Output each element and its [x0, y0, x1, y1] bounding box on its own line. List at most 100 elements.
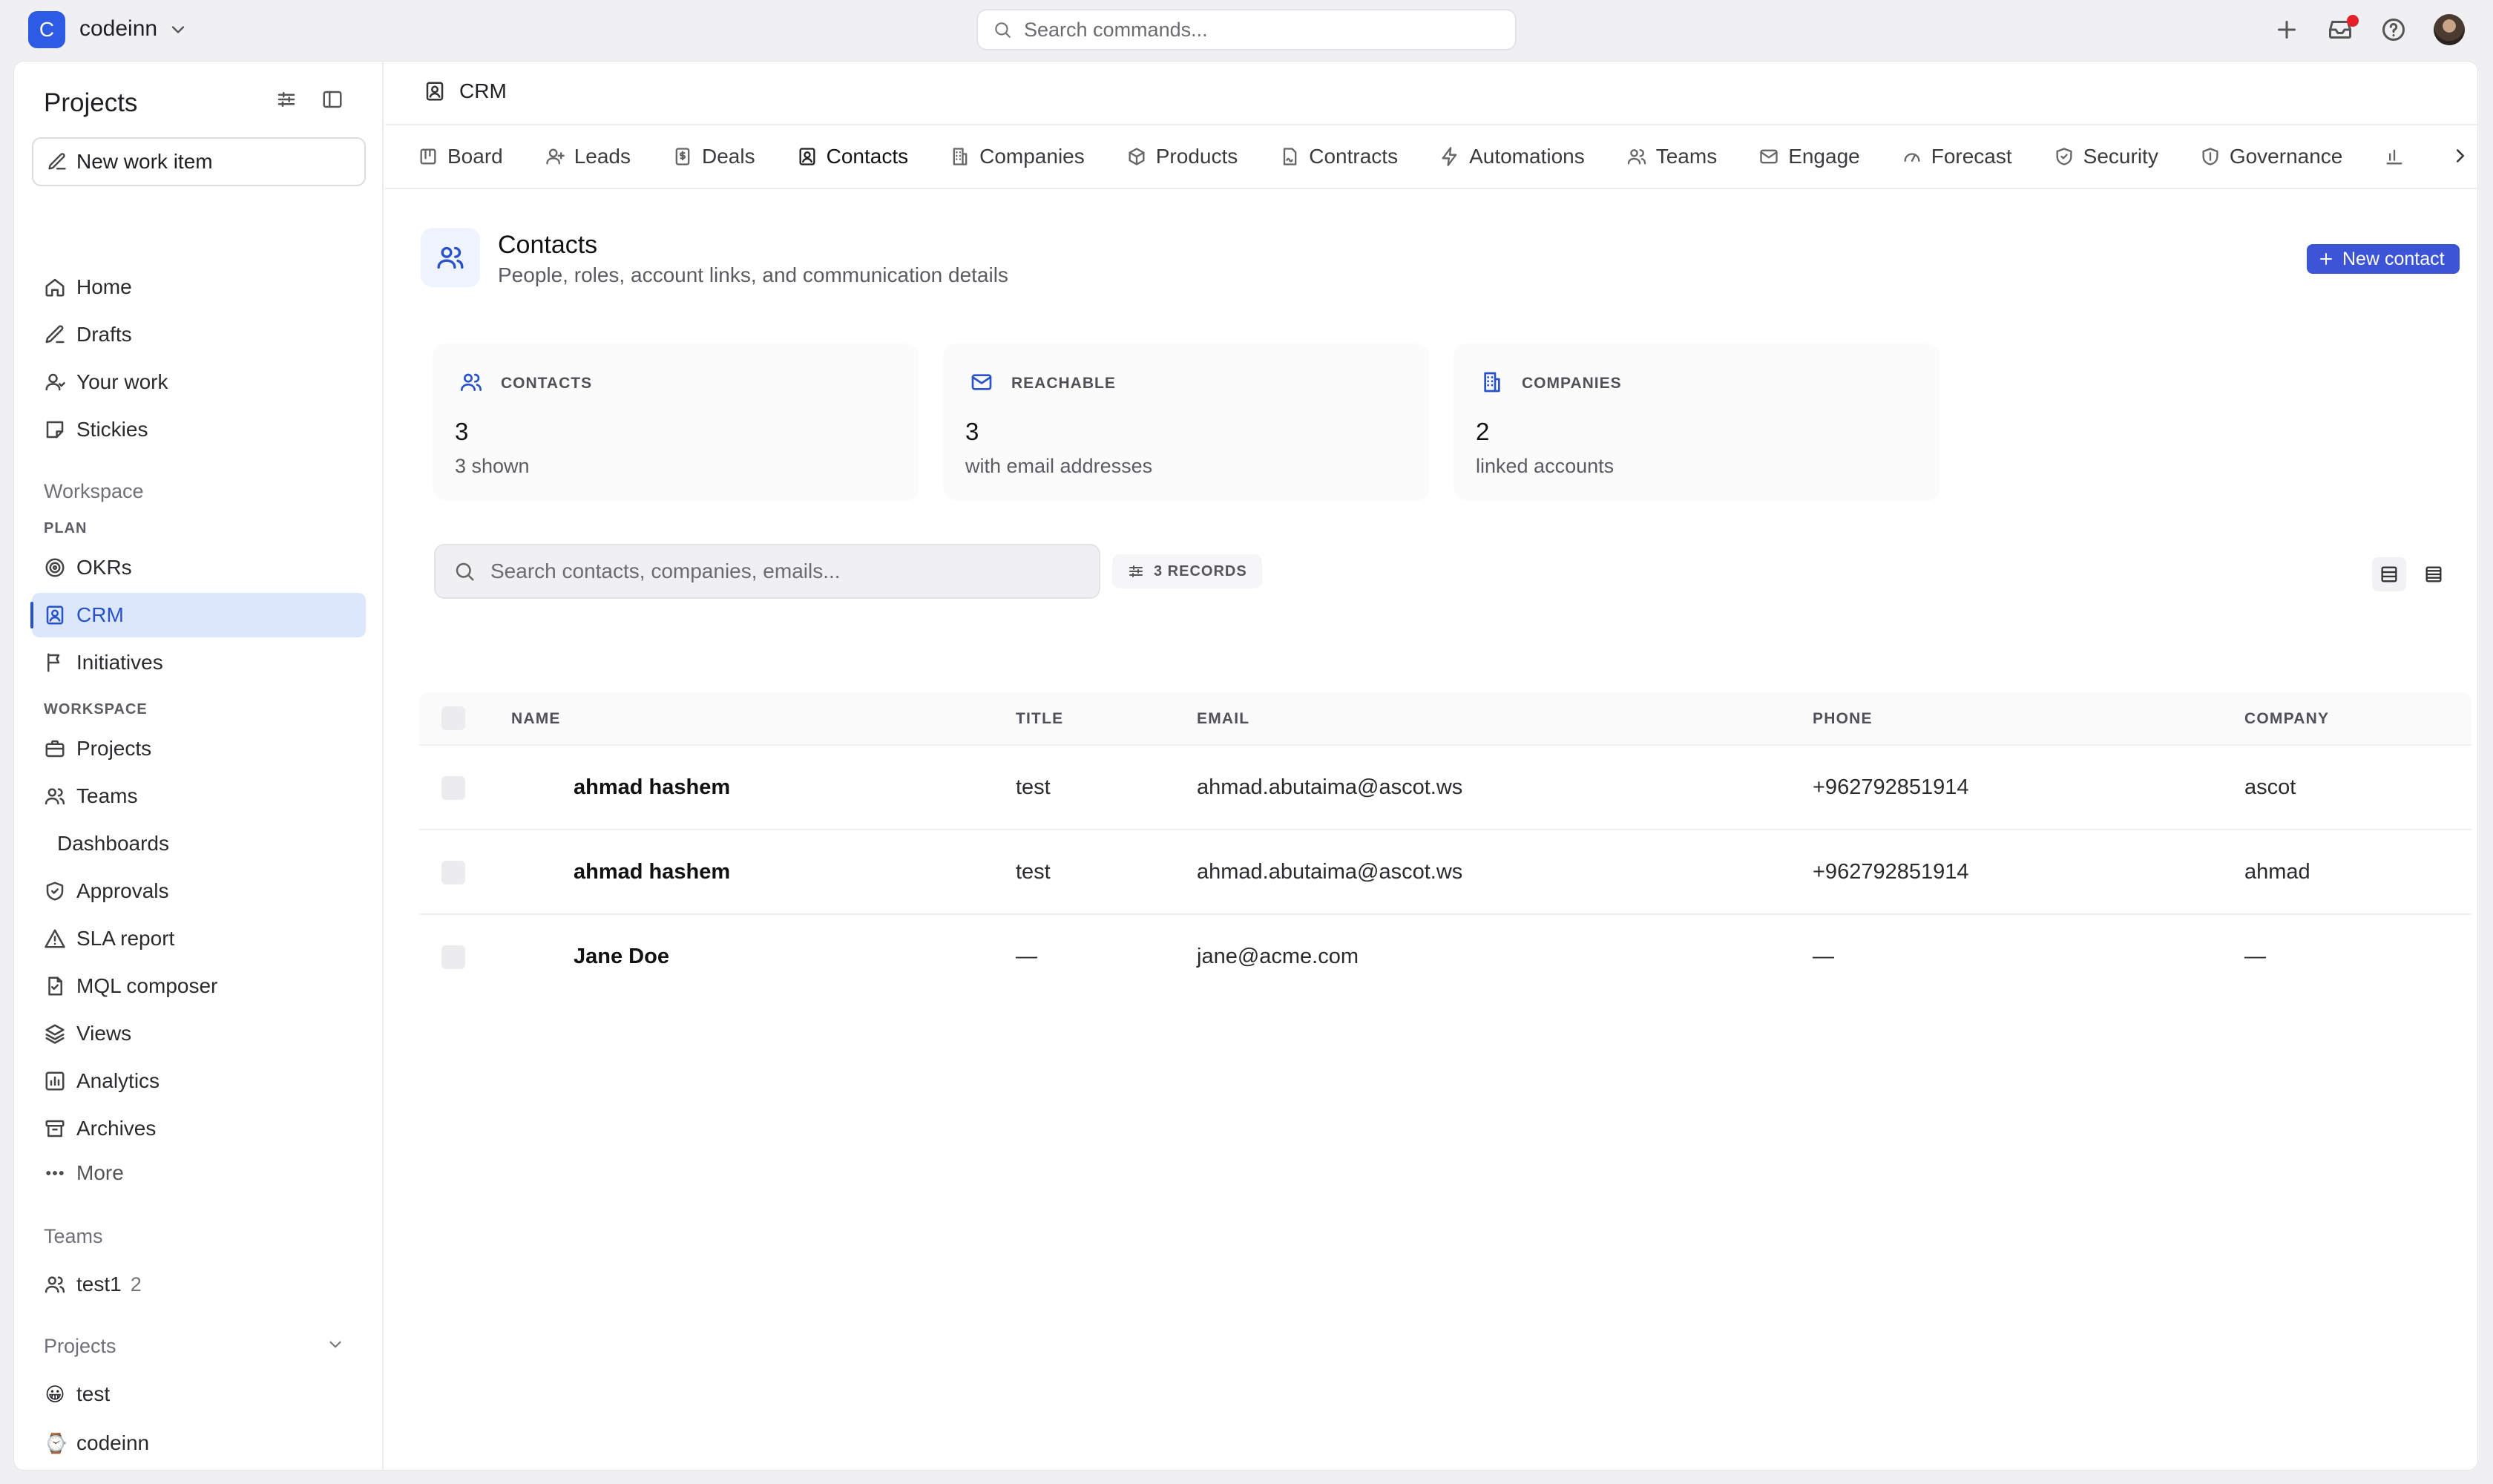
nav-label: Drafts [76, 323, 132, 346]
nav-your-work[interactable]: Your work [32, 360, 366, 404]
nav-teams[interactable]: Teams [32, 774, 366, 818]
users-icon [44, 1273, 76, 1296]
row-checkbox[interactable] [441, 861, 465, 884]
stat-value: 3 [455, 418, 469, 445]
sidebar-section-projects[interactable]: Projects [44, 1335, 116, 1358]
tab-contracts[interactable]: Contracts [1279, 145, 1398, 168]
nav-views[interactable]: Views [32, 1011, 366, 1056]
column-header-email[interactable]: EMAIL [1197, 710, 1249, 728]
nav-stickies[interactable]: Stickies [32, 407, 366, 452]
cell-phone[interactable]: +962792851914 [1813, 775, 1968, 800]
tab-label: Board [447, 145, 503, 168]
nav-project-test[interactable]: 😀 test [32, 1372, 366, 1416]
stat-note: linked accounts [1476, 455, 1615, 477]
nav-more[interactable]: More [32, 1151, 366, 1195]
table-row[interactable]: ahmad hashem test ahmad.abutaima@ascot.w… [419, 744, 2471, 829]
help-icon[interactable] [2380, 16, 2407, 43]
cell-email[interactable]: ahmad.abutaima@ascot.ws [1197, 775, 1462, 800]
sidebar-toggle-icon[interactable] [321, 88, 344, 111]
sliders-icon [1127, 562, 1154, 580]
tab-engage[interactable]: Engage [1758, 145, 1860, 168]
cell-name[interactable]: ahmad hashem [574, 775, 730, 800]
nav-projects[interactable]: Projects [32, 726, 366, 771]
row-checkbox[interactable] [441, 945, 465, 969]
tab-forecast[interactable]: Forecast [1902, 145, 2012, 168]
chevron-right-icon[interactable] [2449, 145, 2471, 167]
nav-drafts[interactable]: Drafts [32, 312, 366, 357]
nav-home[interactable]: Home [32, 265, 366, 309]
column-header-company[interactable]: COMPANY [2244, 710, 2329, 728]
gauge-icon [1902, 146, 1931, 167]
column-header-phone[interactable]: PHONE [1813, 710, 1873, 728]
main-content: CRM Board Leads Deals Contacts Companies… [385, 62, 2477, 1470]
nav-project-codeinn[interactable]: ⌚ codeinn [32, 1421, 366, 1465]
select-all-checkbox[interactable] [441, 706, 465, 730]
nav-sla-report[interactable]: SLA report [32, 916, 366, 961]
workspace-logo[interactable]: C [28, 11, 65, 48]
tab-board[interactable]: Board [418, 145, 503, 168]
tab-overflow[interactable] [2384, 146, 2414, 167]
cell-email[interactable]: ahmad.abutaima@ascot.ws [1197, 860, 1462, 884]
edit-icon [47, 151, 76, 172]
new-contact-button[interactable]: New contact [2307, 244, 2460, 274]
compact-view-button[interactable] [2417, 557, 2451, 591]
column-header-name[interactable]: NAME [511, 710, 561, 728]
stat-value: 3 [965, 418, 979, 445]
tab-automations[interactable]: Automations [1439, 145, 1585, 168]
cell-phone[interactable]: +962792851914 [1813, 860, 1968, 884]
table-row[interactable]: ahmad hashem test ahmad.abutaima@ascot.w… [419, 829, 2471, 913]
building-icon [950, 146, 979, 167]
nav-label: test [76, 1382, 111, 1405]
column-header-title[interactable]: TITLE [1016, 710, 1063, 728]
tab-label: Contracts [1309, 145, 1399, 168]
cell-name[interactable]: Jane Doe [574, 945, 669, 969]
nav-crm[interactable]: CRM [30, 593, 366, 637]
chevron-down-icon[interactable] [168, 19, 188, 40]
stat-label: REACHABLE [1011, 375, 1116, 392]
sliders-icon[interactable] [275, 88, 298, 111]
list-view-icon [2423, 564, 2444, 585]
nav-archives[interactable]: Archives [32, 1106, 366, 1151]
table-view-button[interactable] [2372, 557, 2406, 591]
tab-deals[interactable]: Deals [672, 145, 755, 168]
nav-analytics[interactable]: Analytics [32, 1059, 366, 1103]
breadcrumb-label[interactable]: CRM [459, 79, 507, 103]
cell-name[interactable]: ahmad hashem [574, 860, 730, 884]
pen-icon [44, 324, 76, 346]
row-checkbox[interactable] [441, 776, 465, 800]
tab-companies[interactable]: Companies [950, 145, 1085, 168]
workspace-name[interactable]: codeinn [79, 16, 157, 42]
nav-label: Dashboards [57, 832, 169, 855]
sidebar-section-workspace: Workspace [44, 480, 144, 502]
table-row[interactable]: Jane Doe — jane@acme.com — — [419, 913, 2471, 998]
command-search[interactable] [976, 9, 1517, 50]
chevron-down-icon[interactable] [326, 1335, 345, 1354]
contacts-search-input[interactable] [490, 559, 1069, 583]
cell-company[interactable]: ascot [2244, 775, 2296, 800]
nav-team-test1[interactable]: test1 2 [32, 1262, 366, 1307]
stat-note: with email addresses [965, 455, 1153, 477]
tab-contacts[interactable]: Contacts [797, 145, 908, 168]
tab-governance[interactable]: Governance [2200, 145, 2342, 168]
tab-leads[interactable]: Leads [545, 145, 631, 168]
user-avatar[interactable] [2434, 14, 2465, 45]
nav-initiatives[interactable]: Initiatives [32, 640, 366, 685]
nav-dashboards[interactable]: Dashboards [32, 821, 366, 866]
tab-teams[interactable]: Teams [1626, 145, 1717, 168]
table-view-icon [2379, 564, 2400, 585]
warning-icon [44, 928, 76, 950]
plus-icon[interactable] [2273, 16, 2300, 43]
cell-company[interactable]: ahmad [2244, 860, 2310, 884]
tab-products[interactable]: Products [1126, 145, 1238, 168]
tab-label: Forecast [1931, 145, 2012, 168]
cell-email[interactable]: jane@acme.com [1197, 945, 1359, 969]
tab-security[interactable]: Security [2054, 145, 2158, 168]
contacts-search[interactable] [434, 544, 1100, 599]
nav-label: More [76, 1161, 124, 1184]
nav-okrs[interactable]: OKRs [32, 545, 366, 590]
new-work-item-button[interactable]: New work item [32, 137, 366, 186]
command-search-input[interactable] [1024, 18, 1469, 42]
nav-approvals[interactable]: Approvals [32, 869, 366, 913]
nav-mql-composer[interactable]: MQL composer [32, 964, 366, 1008]
records-count-chip[interactable]: 3 RECORDS [1112, 554, 1262, 588]
